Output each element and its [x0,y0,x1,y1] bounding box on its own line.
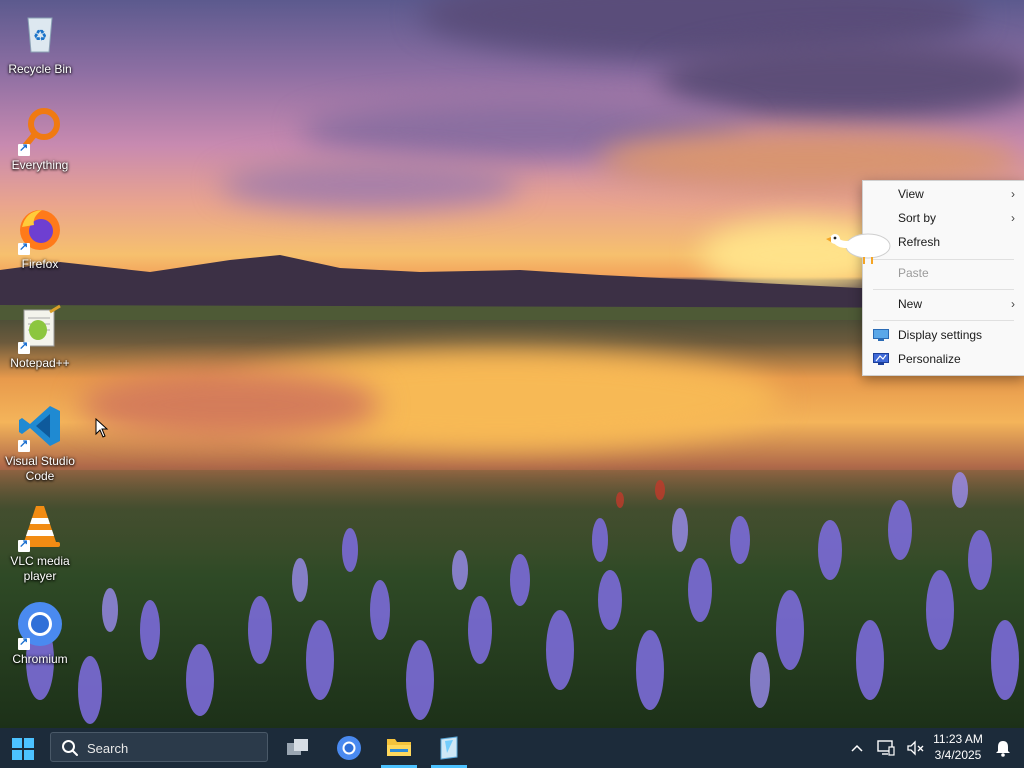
desktop-icon-notepadpp[interactable]: Notepad++ [2,304,78,371]
chromium-icon [16,600,64,650]
menu-item-display-settings[interactable]: Display settings [863,324,1024,346]
shortcut-arrow-icon [18,339,30,354]
menu-item-new[interactable]: New › [863,293,1024,315]
desktop-context-menu: View › Sort by › Refresh Paste New › Dis… [862,180,1024,376]
taskbar-task-view[interactable] [278,728,318,768]
desktop-icon-label: Chromium [12,652,68,666]
menu-item-label: View [898,187,924,201]
notifications-bell-icon[interactable] [994,739,1012,757]
file-explorer-icon [387,739,411,756]
desktop-icon-vlc[interactable]: VLC media player [2,502,78,584]
menu-item-label: New [898,297,923,311]
task-view-icon [287,739,308,755]
menu-item-label: Paste [898,266,929,280]
shortcut-arrow-icon [18,635,30,650]
cloud [660,40,1024,120]
everything-search-icon [16,106,64,156]
menu-item-label: Personalize [898,352,961,366]
shortcut-arrow-icon [18,141,30,156]
firefox-icon [16,205,64,255]
desktop-icon-firefox[interactable]: Firefox [2,205,78,272]
network-icon[interactable] [876,738,896,758]
vscode-icon [16,402,64,452]
menu-separator [873,320,1014,321]
desktop-icon-label: Firefox [21,257,59,271]
desktop-icon-label: Everything [11,158,69,172]
mouse-cursor-icon [95,418,109,438]
chevron-right-icon: › [1011,297,1015,311]
display-settings-icon [873,329,889,341]
desktop-icon-vscode[interactable]: Visual Studio Code [2,402,78,484]
taskbar-notepad[interactable] [429,728,469,768]
taskbar-file-explorer[interactable] [379,728,419,768]
chevron-right-icon: › [1011,187,1015,201]
taskbar: Search 11:23 AM 3/4/2025 [0,728,1024,768]
desktop-icon-label: Visual Studio Code [5,454,75,483]
volume-muted-icon[interactable] [905,738,925,758]
menu-item-label: Display settings [898,328,983,342]
taskbar-search-box[interactable]: Search [50,732,268,762]
menu-item-label: Sort by [898,211,937,225]
menu-separator [873,289,1014,290]
chromium-icon [337,736,361,760]
clock[interactable]: 11:23 AM 3/4/2025 [928,732,988,762]
search-placeholder: Search [87,741,129,756]
shortcut-arrow-icon [18,240,30,255]
show-hidden-icons-chevron-icon[interactable] [850,742,864,754]
desktop-icon-label: VLC media player [10,554,70,583]
cloud [220,160,520,210]
clock-time: 11:23 AM [933,732,983,746]
shortcut-arrow-icon [18,437,30,452]
desktop-icon-label: Notepad++ [10,356,70,370]
flower-meadow [0,470,1024,728]
recycle-bin-icon: ♻ [16,10,64,58]
shortcut-arrow-icon [18,537,30,552]
taskbar-chromium[interactable] [329,728,369,768]
menu-item-view[interactable]: View › [863,183,1024,205]
desktop-icon-label: Recycle Bin [8,62,72,76]
search-icon [62,740,78,756]
menu-item-label: Refresh [898,235,941,249]
windows-start-icon[interactable] [12,738,34,760]
personalize-icon [873,353,889,365]
notepadpp-icon [16,304,64,354]
chevron-right-icon: › [1011,211,1015,225]
vlc-icon [16,502,64,552]
desktop-icon-everything[interactable]: Everything [2,106,78,173]
desktop-icon-recycle-bin[interactable]: ♻ Recycle Bin [2,10,78,77]
menu-separator [873,259,1014,260]
svg-text:♻: ♻ [33,26,47,45]
desktop-icon-chromium[interactable]: Chromium [2,600,78,667]
desktop-goose[interactable] [822,222,892,272]
notepad-icon [440,736,458,760]
clock-date: 3/4/2025 [934,748,982,762]
menu-item-personalize[interactable]: Personalize [863,348,1024,370]
